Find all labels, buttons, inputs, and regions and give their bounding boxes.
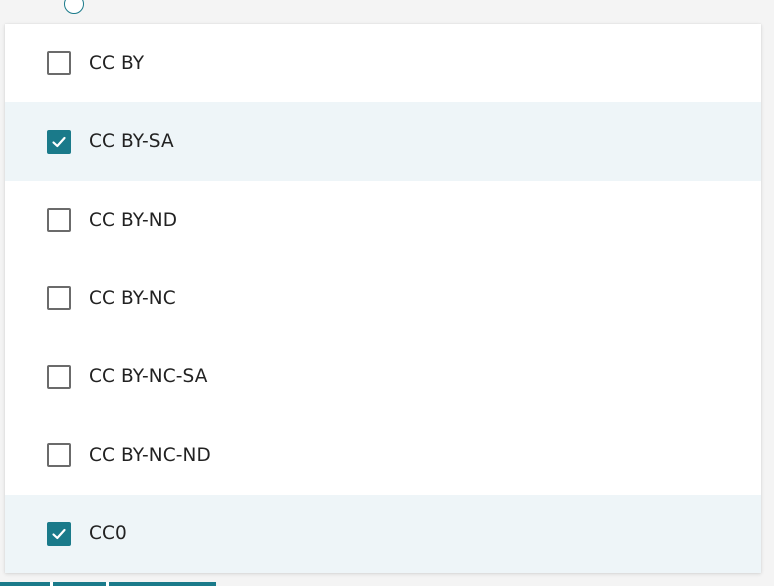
checkbox[interactable] — [47, 208, 71, 233]
license-option-label: CC0 — [89, 523, 127, 545]
check-icon — [52, 136, 66, 147]
license-option-label: CC BY — [89, 52, 145, 74]
license-option-cc0[interactable]: CC0 — [5, 494, 761, 573]
license-option-label: CC BY-NC-ND — [89, 444, 211, 466]
license-option-cc-by[interactable]: CC BY — [5, 24, 761, 102]
checkbox[interactable] — [47, 364, 71, 389]
license-option-label: CC BY-ND — [89, 209, 178, 231]
check-icon — [52, 528, 66, 539]
license-option-cc-by-nc-nd[interactable]: CC BY-NC-ND — [5, 416, 761, 494]
page: CC BY CC BY-SA CC BY-ND CC BY-NC CC BY-N… — [0, 0, 774, 586]
checkbox[interactable] — [47, 129, 71, 154]
license-dropdown-list: CC BY CC BY-SA CC BY-ND CC BY-NC CC BY-N… — [5, 24, 761, 573]
checkbox[interactable] — [47, 443, 71, 468]
checkbox[interactable] — [47, 286, 71, 311]
license-option-cc-by-nc-sa[interactable]: CC BY-NC-SA — [5, 338, 761, 416]
background-button-bar — [0, 582, 216, 586]
checkbox[interactable] — [47, 51, 71, 76]
checkbox[interactable] — [47, 521, 71, 546]
license-option-cc-by-nd[interactable]: CC BY-ND — [5, 181, 761, 259]
license-option-label: CC BY-SA — [89, 131, 174, 153]
license-option-label: CC BY-NC — [89, 287, 176, 309]
info-icon[interactable] — [64, 0, 84, 14]
license-option-label: CC BY-NC-SA — [89, 366, 208, 388]
license-option-cc-by-nc[interactable]: CC BY-NC — [5, 259, 761, 337]
license-option-cc-by-sa[interactable]: CC BY-SA — [5, 102, 761, 181]
